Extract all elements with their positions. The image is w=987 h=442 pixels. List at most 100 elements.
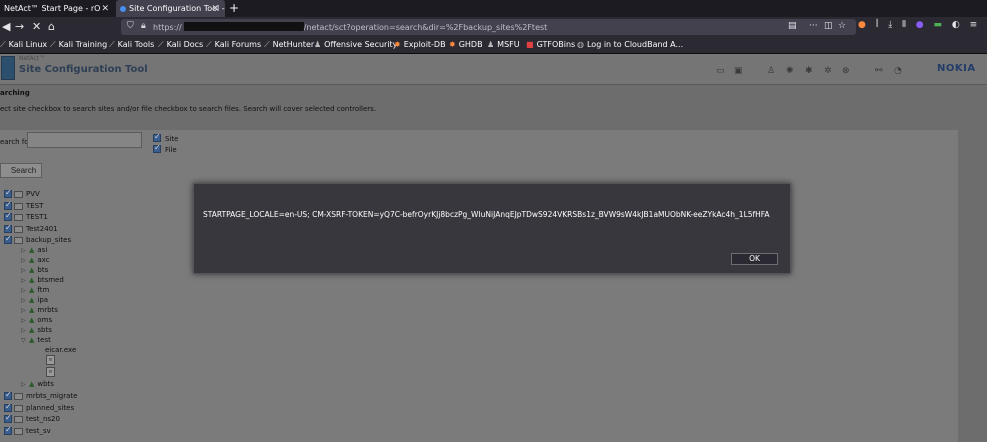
pocket-icon[interactable]: ◫ — [824, 21, 833, 31]
tree-item-test-folder[interactable]: ▽ ▲ test — [21, 335, 51, 345]
bookmark-ghdb[interactable]: ✸ GHDB — [449, 40, 483, 49]
reader-view-icon[interactable]: ▤ — [788, 21, 797, 31]
extension-icon[interactable]: ● — [916, 20, 924, 30]
menu-icon[interactable]: ≡ — [970, 20, 978, 30]
tree-item-test2401[interactable]: Test2401 — [4, 223, 58, 234]
tree-item-mrbts[interactable]: ▷ ▲ mrbts — [21, 305, 58, 315]
expand-icon[interactable]: ▷ — [21, 247, 29, 254]
tab-netact-start-page[interactable]: NetAct™ Start Page - rO ✕ — [0, 0, 115, 17]
expand-icon[interactable]: ▷ — [21, 257, 29, 264]
binoculars-icon[interactable]: ⚯ — [875, 66, 883, 76]
bookmark-kali-tools[interactable]: ⟋ Kali Tools — [109, 40, 154, 50]
url-text[interactable]: https:///netact/sct?operation=search&dir… — [153, 22, 547, 32]
kali-icon: ⟋ — [158, 40, 164, 49]
bookmark-kali-linux[interactable]: ⟋ Kali Linux — [0, 40, 47, 50]
tab-site-configuration-tool[interactable]: Site Configuration Tool - ✕ — [116, 0, 225, 17]
tree-checkbox[interactable] — [4, 234, 12, 244]
tree-checkbox[interactable] — [4, 188, 12, 198]
tree-item-wbts[interactable]: ▷ ▲ wbts — [21, 379, 54, 389]
tree-checkbox[interactable] — [4, 425, 12, 435]
file-icon[interactable]: ≡ — [46, 355, 55, 365]
comment-icon[interactable]: ▭ — [716, 66, 725, 76]
bookmark-kali-forums[interactable]: ⟋ Kali Forums — [206, 40, 261, 50]
tree-item-test1[interactable]: TEST1 — [4, 211, 48, 222]
tree-item-mrbts-migrate[interactable]: mrbts_migrate — [4, 390, 77, 401]
home-icon[interactable]: ⌂ — [48, 21, 55, 33]
tree-item-axc[interactable]: ▷ ▲ axc — [21, 255, 50, 265]
site-icon: ▲ — [29, 296, 35, 304]
settings-icon[interactable]: ✺ — [786, 66, 794, 76]
tree-item-backup-sites[interactable]: backup_sites — [4, 234, 71, 245]
expand-icon[interactable]: ▷ — [21, 307, 29, 314]
tree-item-sbts[interactable]: ▷ ▲ sbts — [21, 325, 52, 335]
extension-icon[interactable]: ▬ — [934, 20, 943, 30]
file-icon[interactable]: ≡ — [46, 367, 55, 377]
extension-icon[interactable]: ◐ — [952, 20, 960, 30]
delete-icon[interactable]: ⊗ — [842, 66, 850, 76]
bookmark-kali-docs[interactable]: ⟋ Kali Docs — [158, 40, 203, 50]
tree-checkbox[interactable] — [4, 390, 12, 400]
download-icon[interactable]: ⤓ — [888, 20, 892, 30]
tree-checkbox[interactable] — [4, 413, 12, 423]
tree-item-test-sv[interactable]: test_sv — [4, 425, 51, 436]
tree-item-ftm[interactable]: ▷ ▲ ftm — [21, 285, 49, 295]
library-icon[interactable]: ⫴ — [902, 20, 906, 30]
address-bar[interactable]: ⛉ 🔒︎ https:///netact/sct?operation=searc… — [121, 19, 856, 35]
expand-icon[interactable]: ▷ — [21, 267, 29, 274]
stop-icon[interactable]: ✕ — [32, 21, 41, 33]
bookmark-nethunter[interactable]: ⟋ NetHunter — [264, 40, 314, 50]
tree-item-test[interactable]: TEST — [4, 200, 43, 211]
bookmark-msfu[interactable]: ♟ MSFU — [487, 40, 520, 49]
forward-icon[interactable]: → — [15, 21, 24, 33]
bookmark-gtfobins[interactable]: ■ GTFOBins — [526, 40, 575, 49]
extension-icon[interactable]: ● — [858, 20, 866, 30]
tree-item-test-ns20[interactable]: test_ns20 — [4, 413, 60, 424]
tree-item-ipa[interactable]: ▷ ▲ ipa — [21, 295, 48, 305]
user-icon[interactable]: ♙ — [767, 66, 775, 76]
bookmark-star-icon[interactable]: ☆ — [838, 21, 846, 31]
close-icon[interactable]: ✕ — [211, 4, 219, 14]
search-input[interactable] — [27, 132, 142, 148]
help-icon[interactable]: ◔ — [894, 66, 902, 76]
bookmarks-bar: ⟋ Kali Linux ⟋ Kali Training ⟋ Kali Tools ⟋… — [0, 38, 987, 54]
expand-icon[interactable]: ▷ — [21, 277, 29, 284]
more-actions-icon[interactable]: ··· — [809, 21, 818, 31]
folder-icon[interactable]: ▣ — [734, 66, 743, 76]
file-checkbox[interactable] — [153, 143, 161, 153]
extension-icon[interactable]: ꟾ — [876, 20, 879, 30]
expand-icon[interactable]: ▷ — [21, 287, 29, 294]
close-icon[interactable]: ✕ — [101, 4, 109, 14]
tab-strip: NetAct™ Start Page - rO ✕ Site Configura… — [0, 0, 987, 17]
expand-icon[interactable]: ▷ — [21, 317, 29, 324]
tool-icon[interactable]: ✱ — [805, 66, 813, 76]
site-checkbox[interactable] — [153, 132, 161, 142]
expand-icon[interactable]: ▷ — [21, 327, 29, 334]
tree-item-asi[interactable]: ▷ ▲ asi — [21, 245, 47, 255]
bookmark-offensive-security[interactable]: ♟ Offensive Security — [314, 40, 397, 49]
expand-icon[interactable]: ▷ — [21, 381, 29, 388]
bookmark-kali-training[interactable]: ⟋ Kali Training — [50, 40, 107, 50]
tree-item-pvv[interactable]: PVV — [4, 188, 40, 199]
tree-checkbox[interactable] — [4, 200, 12, 210]
bookmark-exploit-db[interactable]: ✸ Exploit-DB — [394, 40, 446, 49]
file-eicar-exe[interactable]: eicar.exe — [45, 346, 76, 354]
tree-item-planned-sites[interactable]: planned_sites — [4, 402, 74, 413]
back-icon[interactable]: ◀ — [2, 21, 10, 33]
shield-icon[interactable]: ⛉ — [127, 21, 134, 31]
ok-button[interactable]: OK — [731, 253, 778, 265]
tree-item-btsmed[interactable]: ▷ ▲ btsmed — [21, 275, 64, 285]
tree-checkbox[interactable] — [4, 402, 12, 412]
tree-item-oms[interactable]: ▷ ▲ oms — [21, 315, 52, 325]
expand-icon[interactable]: ▷ — [21, 297, 29, 304]
tree-item-bts[interactable]: ▷ ▲ bts — [21, 265, 48, 275]
lock-icon[interactable]: 🔒︎ — [141, 21, 146, 31]
wrench-icon[interactable]: ✲ — [824, 66, 832, 76]
folder-icon — [14, 213, 23, 221]
new-tab-icon[interactable]: + — [229, 1, 239, 15]
tree-checkbox[interactable] — [4, 211, 12, 221]
collapse-icon[interactable]: ▽ — [21, 337, 29, 344]
search-button[interactable]: Search — [0, 163, 42, 178]
bookmark-cloudband[interactable]: ◍ Log in to CloudBand A... — [577, 40, 683, 49]
tree-checkbox[interactable] — [4, 223, 12, 233]
app-logo — [1, 56, 15, 80]
